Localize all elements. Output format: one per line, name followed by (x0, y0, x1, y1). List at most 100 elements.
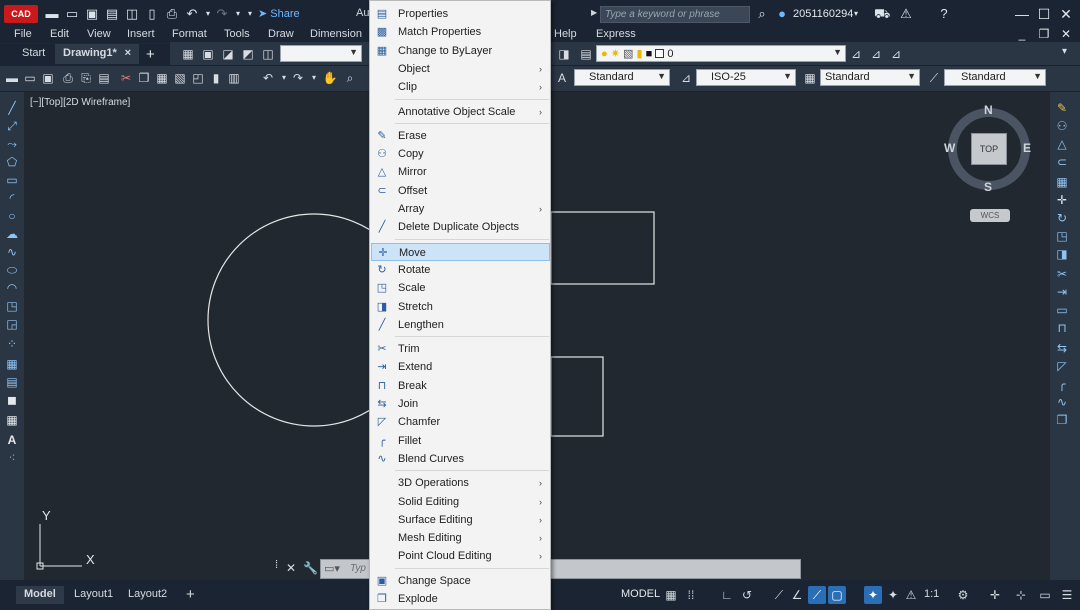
redo-toolbar-icon[interactable]: ↷ (290, 70, 306, 86)
open-folder-icon[interactable]: ▭ (64, 6, 80, 22)
phone-icon[interactable]: ▯ (144, 6, 160, 22)
maximize-icon[interactable]: ☐ (1034, 4, 1054, 24)
doc-minimize-icon[interactable]: _ (1012, 26, 1032, 42)
viewport-controls-label[interactable]: [−][Top][2D Wireframe] (30, 97, 130, 108)
layout-tab-layout1[interactable]: Layout1 (66, 586, 121, 604)
table-style-icon[interactable]: ▦ (802, 70, 818, 86)
annotation-monitor-icon[interactable]: ✛ (986, 586, 1004, 604)
save-icon[interactable]: ▣ (84, 6, 100, 22)
chamfer-tool-icon[interactable]: ◸ (1054, 358, 1070, 374)
menu-item-mesh-editing[interactable]: Mesh Editing › (371, 529, 550, 547)
menu-draw[interactable]: Draw (268, 28, 294, 43)
menu-item-array[interactable]: Array › (371, 200, 550, 218)
share-button[interactable]: ➤ Share (258, 7, 300, 20)
lineweight-icon[interactable]: ▢ (828, 586, 846, 604)
zoom-realtime-icon[interactable]: ⌕ (342, 70, 358, 86)
osnap-icon[interactable]: ⟋ (808, 586, 826, 604)
new-file-icon[interactable]: ▬ (44, 6, 60, 22)
menu-item-object[interactable]: Object › (371, 60, 550, 78)
menu-item-blend-curves[interactable]: ∿ Blend Curves (371, 450, 550, 468)
erase-tool-icon[interactable]: ✎ (1054, 100, 1070, 116)
wcs-menu[interactable]: WCS (970, 209, 1010, 222)
compass-south[interactable]: S (984, 180, 992, 194)
user-icon[interactable]: ● (774, 6, 790, 22)
array-tool-icon[interactable]: ▦ (1054, 174, 1070, 190)
line-icon[interactable]: ╱ (4, 100, 20, 116)
customization-menu-icon[interactable]: ☰ (1058, 586, 1076, 604)
user-dropdown-icon[interactable]: ▾ (848, 6, 864, 22)
save-as-icon[interactable]: ▤ (104, 6, 120, 22)
menu-item-extend[interactable]: ⇥ Extend (371, 358, 550, 376)
hatch-icon[interactable]: ▦ (4, 356, 20, 372)
copy-tool-icon[interactable]: ⚇ (1054, 118, 1070, 134)
layout-tab-model[interactable]: Model (16, 586, 64, 604)
workspace-gear-icon[interactable]: ⚙ (954, 586, 972, 604)
menu-item-point-cloud-editing[interactable]: Point Cloud Editing › (371, 547, 550, 565)
tab-start[interactable]: Start (14, 44, 53, 64)
menu-item-offset[interactable]: ⊂ Offset (371, 182, 550, 200)
menu-item-stretch[interactable]: ◨ Stretch (371, 298, 550, 316)
menu-item-erase[interactable]: ✎ Erase (371, 127, 550, 145)
pan-icon[interactable]: ✋ (322, 70, 338, 86)
compass-north[interactable]: N (984, 103, 993, 117)
redo-icon[interactable]: ↷ (214, 6, 230, 22)
region-icon[interactable]: ◼ (4, 392, 20, 408)
rectangle-object-lower[interactable] (550, 356, 604, 437)
menu-item-match-properties[interactable]: ▩ Match Properties (371, 23, 550, 41)
model-space-toggle[interactable]: MODEL (618, 586, 663, 604)
menu-dimension[interactable]: Dimension (310, 28, 362, 43)
annotation-scale-value[interactable]: 1:1 (924, 588, 939, 600)
menu-item-explode[interactable]: ❐ Explode (371, 590, 550, 608)
undo-icon[interactable]: ↶ (184, 6, 200, 22)
trim-tool-icon[interactable]: ✂ (1054, 266, 1070, 282)
menu-tools[interactable]: Tools (224, 28, 250, 43)
rectangle-object-upper[interactable] (550, 211, 655, 285)
polygon-icon[interactable]: ⬠ (4, 154, 20, 170)
layer-state-icon[interactable]: ▤ (578, 46, 594, 62)
menu-item-delete-duplicate-objects[interactable]: ╱ Delete Duplicate Objects (371, 218, 550, 236)
snap-mode-icon[interactable]: ⁞⁞ (682, 586, 700, 604)
menu-item-join[interactable]: ⇆ Join (371, 395, 550, 413)
ortho-icon[interactable]: ∟ (718, 586, 736, 604)
text-style-icon[interactable]: A (554, 70, 570, 86)
menu-item-mirror[interactable]: △ Mirror (371, 163, 550, 181)
graphics-performance-icon[interactable]: ▭ (1036, 586, 1054, 604)
rectangle-icon[interactable]: ▭ (4, 172, 20, 188)
arc-icon[interactable]: ◜ (4, 190, 20, 206)
stretch-tool-icon[interactable]: ◨ (1054, 246, 1070, 262)
menu-insert[interactable]: Insert (127, 28, 155, 43)
add-selected-icon[interactable]: ⁖ (4, 450, 20, 466)
circle-icon[interactable]: ○ (4, 208, 20, 224)
gradient-icon[interactable]: ▤ (4, 374, 20, 390)
layer-previous-icon[interactable]: ⊿ (868, 46, 884, 62)
layer-combo[interactable]: ● ✷ ▧ ▮ ■ 0 ▼ (596, 45, 846, 62)
menu-item-change-space[interactable]: ▣ Change Space (371, 572, 550, 590)
menu-view[interactable]: View (87, 28, 111, 43)
table-style-combo[interactable]: Standard ▼ (820, 69, 920, 86)
make-block-icon[interactable]: ◲ (4, 316, 20, 332)
multiline-text-icon[interactable]: A (4, 432, 20, 448)
undo-toolbar-icon[interactable]: ↶ (260, 70, 276, 86)
plot-preview-icon[interactable]: ⎘ (78, 70, 94, 86)
command-close-icon[interactable]: ✕ (286, 561, 296, 575)
web-mobile-icon[interactable]: ◫ (124, 6, 140, 22)
lock-icon[interactable]: ▮ (208, 70, 224, 86)
compass-east[interactable]: E (1023, 141, 1031, 155)
layout-viewport-icon[interactable]: ▦ (180, 46, 196, 62)
menu-item-solid-editing[interactable]: Solid Editing › (371, 493, 550, 511)
extend-tool-icon[interactable]: ⇥ (1054, 284, 1070, 300)
command-history-icon[interactable]: ▭▾ (324, 562, 340, 575)
search-icon[interactable]: ⌕ (754, 6, 770, 22)
cut-icon[interactable]: ✂ (118, 70, 134, 86)
autodesk-a360-icon[interactable]: ⚠ (898, 6, 914, 22)
plot-icon[interactable]: ⎙ (60, 70, 76, 86)
polar-tracking-icon[interactable]: ↺ (738, 586, 756, 604)
open-icon[interactable]: ▭ (22, 70, 38, 86)
menu-edit[interactable]: Edit (50, 28, 69, 43)
viewcube-top-face[interactable]: TOP (971, 133, 1007, 165)
viewport-scale-combo[interactable]: ▼ (280, 45, 362, 62)
ellipse-icon[interactable]: ⬭ (4, 262, 20, 278)
revision-cloud-icon[interactable]: ☁ (4, 226, 20, 242)
multileader-style-icon[interactable]: ⟋ (926, 70, 942, 86)
layout-tab-layout2[interactable]: Layout2 (120, 586, 175, 604)
